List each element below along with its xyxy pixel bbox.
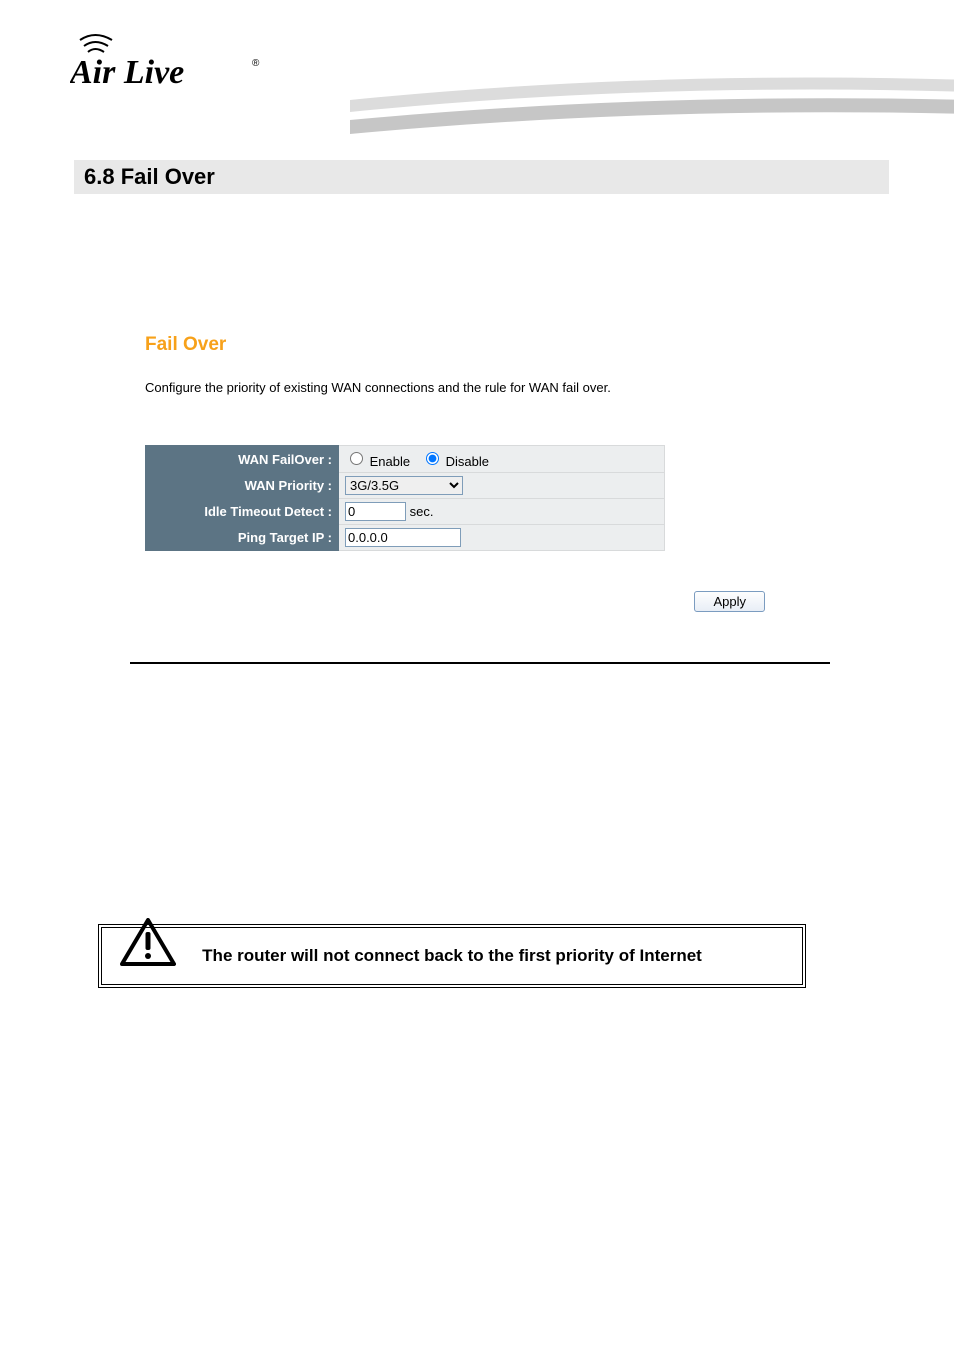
section-heading: 6.8 Fail Over	[74, 160, 889, 194]
svg-text:Air Live: Air Live	[70, 54, 184, 91]
svg-text:®: ®	[252, 58, 260, 69]
row-wan-failover: WAN FailOver : Enable Disable	[146, 446, 665, 473]
radio-disable[interactable]	[426, 452, 439, 465]
failover-panel: Fail Over Configure the priority of exis…	[145, 334, 845, 612]
panel-title: Fail Over	[145, 334, 845, 356]
label-wan-failover: WAN FailOver :	[146, 446, 339, 473]
panel-description: Configure the priority of existing WAN c…	[145, 380, 845, 395]
header-swoosh	[350, 70, 954, 150]
apply-button[interactable]: Apply	[694, 591, 765, 612]
row-wan-priority: WAN Priority : 3G/3.5G	[146, 473, 665, 499]
row-ping-target: Ping Target IP :	[146, 525, 665, 551]
warning-block: The router will not connect back to the …	[100, 924, 800, 988]
brand-logo: Air Live ®	[70, 28, 270, 103]
page-header: Air Live ®	[0, 0, 954, 120]
config-table: WAN FailOver : Enable Disable WAN Priori…	[145, 445, 665, 551]
input-idle-timeout[interactable]	[345, 502, 406, 521]
select-wan-priority[interactable]: 3G/3.5G	[345, 476, 463, 495]
label-wan-priority: WAN Priority :	[146, 473, 339, 499]
section-divider	[130, 662, 830, 664]
radio-enable-label: Enable	[370, 454, 410, 469]
label-idle-timeout: Idle Timeout Detect :	[146, 499, 339, 525]
radio-enable[interactable]	[350, 452, 363, 465]
unit-sec: sec.	[410, 504, 434, 519]
input-ping-target[interactable]	[345, 528, 461, 547]
row-idle-timeout: Idle Timeout Detect : sec.	[146, 499, 665, 525]
radio-disable-label: Disable	[446, 454, 489, 469]
alert-icon	[120, 918, 176, 973]
warning-text: The router will not connect back to the …	[98, 924, 806, 988]
label-ping-target: Ping Target IP :	[146, 525, 339, 551]
